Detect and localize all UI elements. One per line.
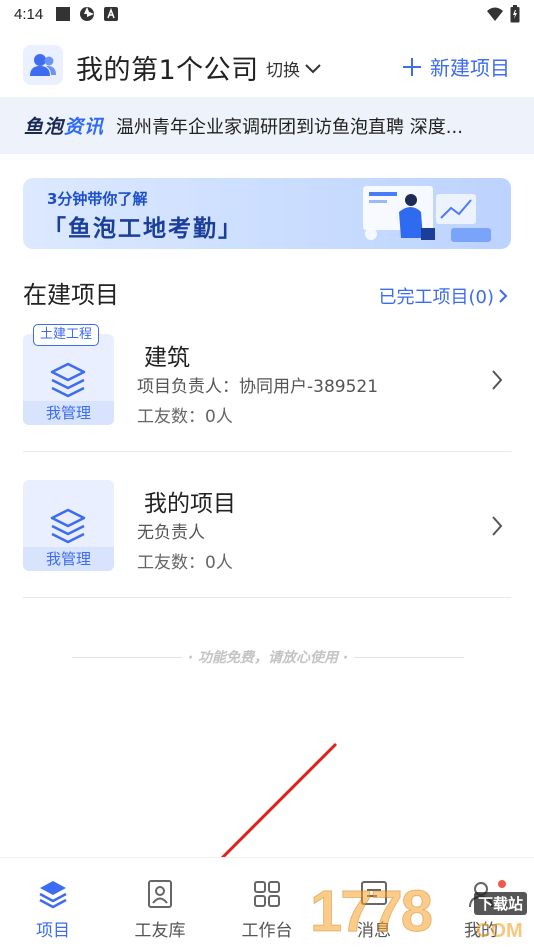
watermark-domain: COM	[476, 920, 523, 942]
news-brand-logo: 鱼泡资讯	[24, 112, 104, 139]
chevron-right-icon	[492, 370, 503, 390]
news-ticker[interactable]: 鱼泡资讯 温州青年企业家调研团到访鱼泡直聘 深度...	[0, 97, 534, 154]
completed-projects-label: 已完工项目(0)	[378, 287, 495, 308]
news-brand-accent: 资讯	[64, 116, 105, 138]
tab-workbench[interactable]: 工作台	[222, 878, 312, 941]
manage-role-label: 我管理	[23, 547, 114, 571]
news-brand-main: 鱼泡	[24, 116, 65, 138]
banner-line1: 3分钟带你了解	[47, 190, 148, 208]
divider	[354, 656, 465, 658]
banner-illustration	[363, 186, 491, 242]
notification-square-icon	[55, 6, 71, 22]
chevron-down-icon	[305, 63, 321, 73]
tab-projects[interactable]: 项目	[8, 878, 98, 941]
chevron-right-icon	[492, 516, 503, 536]
tab-label: 项目	[36, 921, 70, 941]
tab-label: 工作台	[241, 921, 293, 941]
news-headline: 温州青年企业家调研团到访鱼泡直聘 深度...	[116, 116, 463, 138]
company-avatar[interactable]	[23, 45, 63, 85]
promo-banner[interactable]: 3分钟带你了解 「鱼泡工地考勤」	[23, 178, 511, 249]
shutter-icon	[79, 6, 95, 22]
watermark-logo-text: 1778	[309, 879, 433, 945]
completed-projects-link[interactable]: 已完工项目(0)	[379, 283, 509, 309]
banner-line2: 「鱼泡工地考勤」	[43, 216, 243, 242]
free-usage-note: · 功能免费，请放心使用 ·	[72, 646, 465, 668]
tab-workers[interactable]: 工友库	[115, 878, 205, 941]
plus-icon	[403, 57, 421, 76]
manage-role-label: 我管理	[23, 401, 114, 425]
contacts-book-icon	[148, 880, 172, 908]
company-name: 我的第1个公司	[76, 55, 259, 86]
project-row[interactable]: 土建工程 我管理 建筑 项目负责人：协同用户-389521 工友数：0人	[23, 324, 511, 452]
status-time: 4:14	[14, 5, 44, 23]
layers-icon	[50, 508, 86, 544]
switch-label: 切换	[266, 61, 300, 81]
grid-icon	[254, 881, 280, 907]
status-bar: 4:14	[0, 0, 534, 28]
project-worker-count: 工友数：0人	[137, 553, 233, 573]
site-watermark: 1778 下载站 COM	[309, 872, 534, 950]
divider	[72, 656, 182, 658]
free-usage-text: · 功能免费，请放心使用 ·	[187, 650, 349, 666]
chevron-right-icon	[499, 289, 508, 303]
project-category-tag: 土建工程	[33, 324, 100, 346]
project-name: 我的项目	[144, 491, 236, 517]
project-thumbnail: 土建工程 我管理	[23, 324, 114, 425]
status-right	[486, 5, 520, 23]
battery-icon	[510, 5, 520, 23]
wifi-icon	[487, 7, 503, 21]
project-leader: 无负责人	[137, 523, 205, 543]
company-header: 我的第1个公司 切换 新建项目	[0, 36, 534, 96]
tab-label: 工友库	[134, 921, 186, 941]
font-a-icon	[103, 6, 119, 22]
layers-icon	[39, 881, 67, 909]
project-thumbnail: 我管理	[23, 480, 114, 571]
section-title: 在建项目	[23, 281, 119, 309]
project-name: 建筑	[144, 345, 190, 371]
project-row[interactable]: 我管理 我的项目 无负责人 工友数：0人	[23, 480, 511, 598]
users-icon	[30, 54, 56, 76]
new-project-label: 新建项目	[430, 56, 510, 80]
new-project-button[interactable]: 新建项目	[402, 52, 510, 81]
project-worker-count: 工友数：0人	[137, 407, 233, 427]
watermark-subtext: 下载站	[474, 892, 528, 915]
project-leader: 项目负责人：协同用户-389521	[137, 377, 379, 397]
layers-icon	[50, 362, 86, 398]
switch-company-button[interactable]: 切换	[266, 56, 322, 81]
